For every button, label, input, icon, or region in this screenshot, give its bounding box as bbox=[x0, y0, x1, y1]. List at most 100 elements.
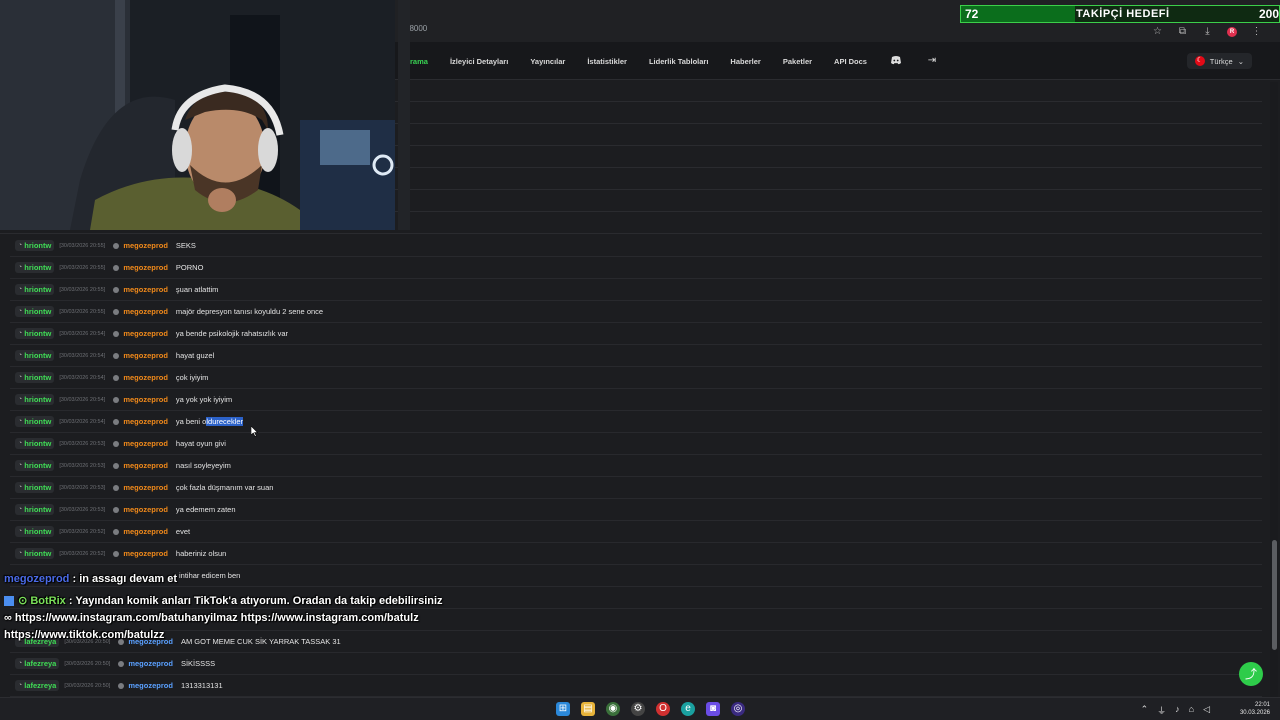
chat-username[interactable]: megozeprod bbox=[123, 461, 168, 470]
timestamp: [30/03/2026 20:55] bbox=[59, 242, 106, 249]
network-icon[interactable]: ⌂ bbox=[1189, 704, 1194, 717]
clock-date: 30.03.2026 bbox=[1239, 710, 1270, 716]
chat-username[interactable]: megozeprod bbox=[123, 307, 168, 316]
channel-name: hriontw bbox=[24, 351, 52, 360]
channel-icon: ◔ bbox=[18, 660, 23, 667]
speaker-icon[interactable]: ◁ bbox=[1203, 704, 1210, 717]
profile-avatar[interactable]: R bbox=[1227, 26, 1237, 37]
chat-message: 1313313131 bbox=[180, 681, 223, 690]
settings-gear-icon[interactable]: ⚙ bbox=[631, 702, 645, 716]
chat-row: ◔ lafezreya [30/03/2026 20:50] megozeprod AM… bbox=[10, 631, 1262, 653]
nav-item-leaderboards[interactable]: Liderlik Tabloları bbox=[649, 57, 708, 66]
volume-icon[interactable]: ♪ bbox=[1175, 704, 1180, 717]
channel-chip[interactable]: ◔ hriontw bbox=[15, 262, 55, 273]
channel-chip[interactable]: ◔ hriontw bbox=[15, 504, 55, 515]
nav-item-news[interactable]: Haberler bbox=[730, 57, 760, 66]
channel-chip[interactable]: ◔ hriontw bbox=[15, 460, 55, 471]
download-icon[interactable]: ⤓ bbox=[1202, 26, 1213, 37]
chat-username[interactable]: megozeprod bbox=[123, 549, 168, 558]
channel-icon: ◔ bbox=[18, 286, 23, 293]
chat-row: ◔ hriontw [30/03/2026 20:55] megozeprod SEKS bbox=[10, 235, 1262, 257]
file-explorer-icon[interactable]: ▤ bbox=[581, 702, 595, 716]
chat-message: çok iyiyim bbox=[175, 373, 209, 382]
nav-item-api-docs[interactable]: API Docs bbox=[834, 57, 867, 66]
login-icon[interactable]: ⇥ bbox=[925, 55, 939, 67]
timestamp: [30/03/2026 20:55] bbox=[59, 308, 106, 315]
channel-chip[interactable]: ◔ lafezreya bbox=[15, 658, 60, 669]
menu-dots-icon[interactable]: ⋮ bbox=[1251, 26, 1262, 37]
scrollbar-thumb[interactable] bbox=[1272, 540, 1277, 650]
channel-icon: ◔ bbox=[18, 506, 23, 513]
follower-goal-bar: 72 TAKİPÇİ HEDEFİ 200 bbox=[960, 5, 1280, 23]
chevron-down-icon: ⌄ bbox=[1237, 56, 1244, 66]
user-badge-icon bbox=[118, 660, 125, 667]
chat-message: hayat guzel bbox=[175, 351, 215, 360]
channel-chip[interactable]: ◔ hriontw bbox=[15, 372, 55, 383]
extensions-icon[interactable]: ⧉ bbox=[1177, 26, 1188, 37]
channel-chip[interactable]: ◔ hriontw bbox=[15, 350, 55, 361]
chat-row: ◔ hriontw [30/03/2026 20:54] megozeprod ya b… bbox=[10, 411, 1262, 433]
webcam-feed bbox=[0, 0, 395, 230]
nav-item-rama[interactable]: rama bbox=[410, 57, 428, 66]
bookmark-star-icon[interactable]: ☆ bbox=[1152, 26, 1163, 37]
user-badge-icon bbox=[113, 330, 120, 337]
channel-chip[interactable]: ◔ hriontw bbox=[15, 548, 55, 559]
channel-chip[interactable]: ◔ hriontw bbox=[15, 306, 55, 317]
chat-username[interactable]: megozeprod bbox=[123, 395, 168, 404]
channel-chip[interactable]: ◔ lafezreya bbox=[15, 680, 60, 691]
channel-chip[interactable]: ◔ hriontw bbox=[15, 240, 55, 251]
chat-username[interactable]: megozeprod bbox=[123, 527, 168, 536]
language-selector[interactable]: ☾ Türkçe ⌄ bbox=[1186, 53, 1252, 69]
channel-chip[interactable]: ◔ hriontw bbox=[15, 328, 55, 339]
chat-username[interactable]: megozeprod bbox=[123, 439, 168, 448]
user-badge-icon bbox=[113, 264, 120, 271]
chat-message: evet bbox=[175, 527, 191, 536]
system-clock[interactable]: 22:01 30.03.2026 bbox=[1240, 701, 1270, 717]
chat-username[interactable]: megozeprod bbox=[128, 659, 173, 668]
nav-item-statistics[interactable]: İstatistikler bbox=[587, 57, 627, 66]
edge-icon[interactable]: e bbox=[681, 702, 695, 716]
channel-name: hriontw bbox=[24, 483, 52, 492]
channel-chip[interactable]: ◔ hriontw bbox=[15, 416, 55, 427]
channel-chip[interactable]: ◔ hriontw bbox=[15, 482, 55, 493]
chat-username[interactable]: megozeprod bbox=[128, 681, 173, 690]
nav-item-streamers[interactable]: Yayıncılar bbox=[530, 57, 565, 66]
chat-username[interactable]: megozeprod bbox=[123, 263, 168, 272]
chat-message: intihar edicem ben bbox=[179, 571, 241, 580]
chrome-icon[interactable]: ◉ bbox=[606, 702, 620, 716]
timestamp: [30/03/2026 20:53] bbox=[59, 462, 106, 469]
webcam-image bbox=[0, 0, 395, 230]
opera-icon[interactable]: O bbox=[656, 702, 670, 716]
nav-item-viewer-details[interactable]: İzleyici Detayları bbox=[450, 57, 508, 66]
chat-username[interactable]: megozeprod bbox=[123, 417, 168, 426]
chat-username[interactable]: megozeprod bbox=[123, 483, 168, 492]
chat-username[interactable]: megozeprod bbox=[123, 505, 168, 514]
share-icon: ⤴ bbox=[1244, 667, 1257, 681]
channel-chip[interactable]: ◔ hriontw bbox=[15, 438, 55, 449]
chat-username[interactable]: megozeprod bbox=[123, 285, 168, 294]
discord-icon[interactable] bbox=[889, 55, 903, 67]
windows-start-icon[interactable]: ⊞ bbox=[556, 702, 570, 716]
chat-row: ◔ lafezreya [30/03/2026 20:50] megozeprod Sİ… bbox=[10, 653, 1262, 675]
goal-current: 72 bbox=[965, 7, 979, 21]
overlay-chat-line-3: ∞ https://www.instagram.com/batuhanyilma… bbox=[4, 612, 419, 624]
share-button[interactable]: ⤴ bbox=[1239, 662, 1263, 686]
toolbar-icons: ☆ ⧉ ⤓ R ⋮ bbox=[1152, 26, 1262, 37]
chat-message: PORNO bbox=[175, 263, 204, 272]
microphone-icon[interactable]: ⏚ bbox=[1157, 704, 1166, 717]
discord-app-icon[interactable]: ◙ bbox=[706, 702, 720, 716]
chat-username[interactable]: megozeprod bbox=[123, 373, 168, 382]
nav-item-packages[interactable]: Paketler bbox=[783, 57, 812, 66]
system-tray: ⌃ ⏚ ♪ ⌂ ◁ bbox=[1141, 704, 1210, 717]
overlay-username: megozeprod bbox=[4, 573, 70, 585]
obs-icon[interactable]: ◎ bbox=[731, 702, 745, 716]
chat-username[interactable]: megozeprod bbox=[123, 241, 168, 250]
chat-username[interactable]: megozeprod bbox=[123, 329, 168, 338]
channel-chip[interactable]: ◔ hriontw bbox=[15, 526, 55, 537]
channel-chip[interactable]: ◔ hriontw bbox=[15, 284, 55, 295]
tray-chevron-icon[interactable]: ⌃ bbox=[1141, 704, 1149, 717]
channel-name: hriontw bbox=[24, 395, 52, 404]
overlay-chat-line-4: https://www.tiktok.com/batulzz bbox=[4, 629, 164, 641]
chat-username[interactable]: megozeprod bbox=[123, 351, 168, 360]
channel-chip[interactable]: ◔ hriontw bbox=[15, 394, 55, 405]
